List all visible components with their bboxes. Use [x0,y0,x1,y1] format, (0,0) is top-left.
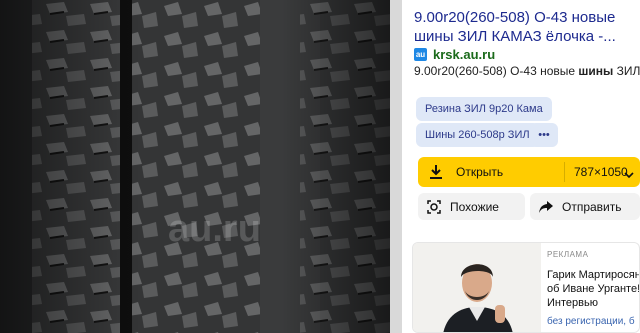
open-label: Открыть [456,165,504,179]
watermark: au.ru [168,208,261,250]
ad-subtitle: без регистрации, б [547,316,635,327]
share-arrow-icon [538,199,554,215]
ad-label: РЕКЛАМА [547,250,589,259]
result-panel: 9.00r20(260-508) О-43 новые шины ЗИЛ КАМ… [402,0,640,333]
site-favicon-icon: au [414,47,427,61]
similar-button[interactable]: Похожие [418,193,525,220]
ad-card[interactable]: РЕКЛАМА Гарик Мартиросян об Иване Ургант… [412,242,640,333]
snippet-text-cont: ЗИЛ К [616,64,640,78]
open-button[interactable]: Открыть 787×1050 [418,157,640,187]
more-chips-button[interactable]: ••• [530,123,558,147]
divider [564,162,565,182]
image-size: 787×1050 [574,165,628,179]
scroll-edge [390,0,402,333]
similar-label: Похожие [450,199,499,214]
snippet-highlight: шины [578,64,614,78]
share-button[interactable]: Отправить [530,193,640,220]
share-label: Отправить [562,199,622,214]
chip-related-1[interactable]: Резина ЗИЛ 9р20 Кама [416,97,552,121]
source-row[interactable]: au krsk.au.ru [414,46,495,62]
download-icon [428,164,444,180]
lens-icon [426,199,442,215]
ad-image [413,243,541,332]
tire-image [0,0,402,333]
source-link[interactable]: krsk.au.ru [433,47,495,62]
ad-title[interactable]: Гарик Мартиросян об Иване Урганте! Интер… [547,268,639,310]
tire-photo[interactable]: au.ru [0,0,402,333]
result-title[interactable]: 9.00r20(260-508) О-43 новые шины ЗИЛ КАМ… [414,8,636,46]
chip-related-2[interactable]: Шины 260-508р ЗИЛ [416,123,539,147]
result-snippet: 9.00r20(260-508) О-43 новые шины ЗИЛ КА [414,64,640,78]
chevron-down-icon[interactable] [624,167,634,179]
snippet-text: 9.00r20(260-508) О-43 новые [414,64,579,78]
